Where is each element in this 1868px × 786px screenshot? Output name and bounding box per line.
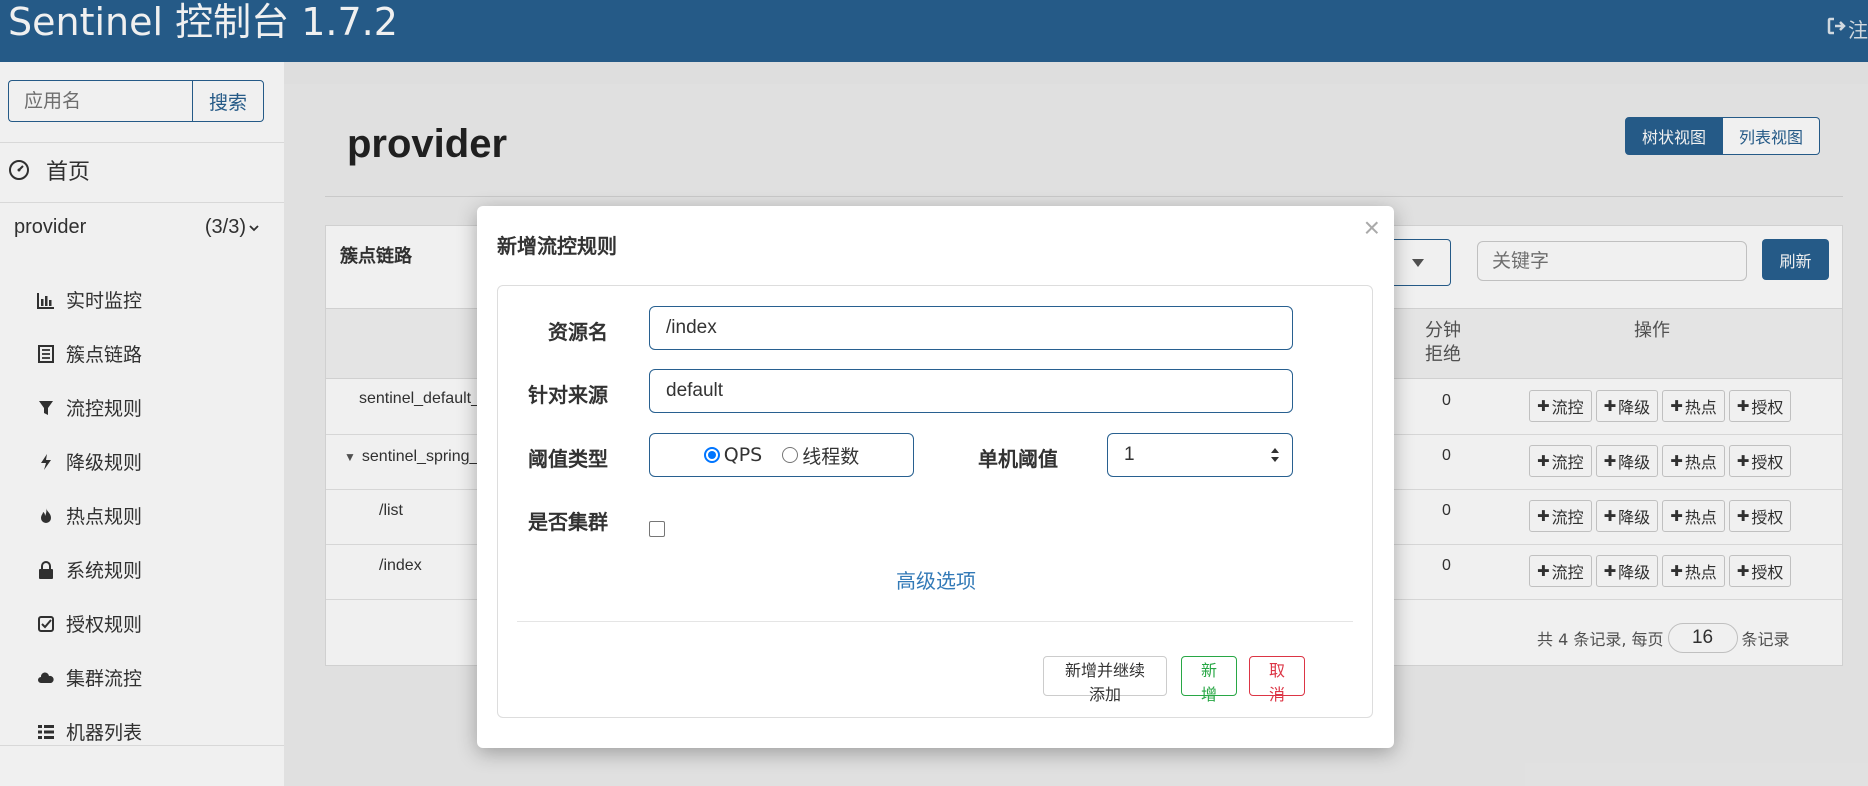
origin-input[interactable]: default xyxy=(649,369,1293,413)
add-flow-rule-dialog: 新增流控规则 × 资源名 /index 针对来源 default 阈值类型 QP… xyxy=(477,206,1394,748)
threshold-input[interactable]: 1 xyxy=(1107,433,1293,477)
form-divider xyxy=(517,621,1353,622)
radio-checked xyxy=(703,447,720,463)
add-button[interactable]: 新增 xyxy=(1181,656,1237,704)
threads-radio[interactable]: 线程数 xyxy=(782,442,859,469)
threshold-value: 1 xyxy=(1124,444,1135,465)
cancel-button[interactable]: 取消 xyxy=(1249,656,1305,704)
threshold-type-radio-group: QPS 线程数 xyxy=(649,433,914,477)
qps-label: QPS xyxy=(723,444,763,466)
cluster-checkbox[interactable] xyxy=(649,521,665,537)
add-and-continue-button[interactable]: 新增并继续添加 xyxy=(1043,656,1167,704)
threshold-type-label: 阈值类型 xyxy=(528,447,608,471)
resource-label: 资源名 xyxy=(548,320,608,344)
cluster-label: 是否集群 xyxy=(528,510,608,534)
number-spinner-icon[interactable] xyxy=(1270,446,1280,464)
close-icon[interactable]: × xyxy=(1364,214,1380,242)
resource-input[interactable]: /index xyxy=(649,306,1293,350)
threads-label: 线程数 xyxy=(802,445,860,468)
radio-unchecked xyxy=(782,447,799,463)
dialog-title: 新增流控规则 xyxy=(497,234,617,258)
origin-label: 针对来源 xyxy=(528,383,608,407)
qps-radio[interactable]: QPS xyxy=(703,444,763,466)
advanced-options-link[interactable]: 高级选项 xyxy=(498,565,1374,594)
threshold-label: 单机阈值 xyxy=(978,447,1058,471)
rule-form: 资源名 /index 针对来源 default 阈值类型 QPS 线程数 单机阈… xyxy=(497,285,1373,718)
